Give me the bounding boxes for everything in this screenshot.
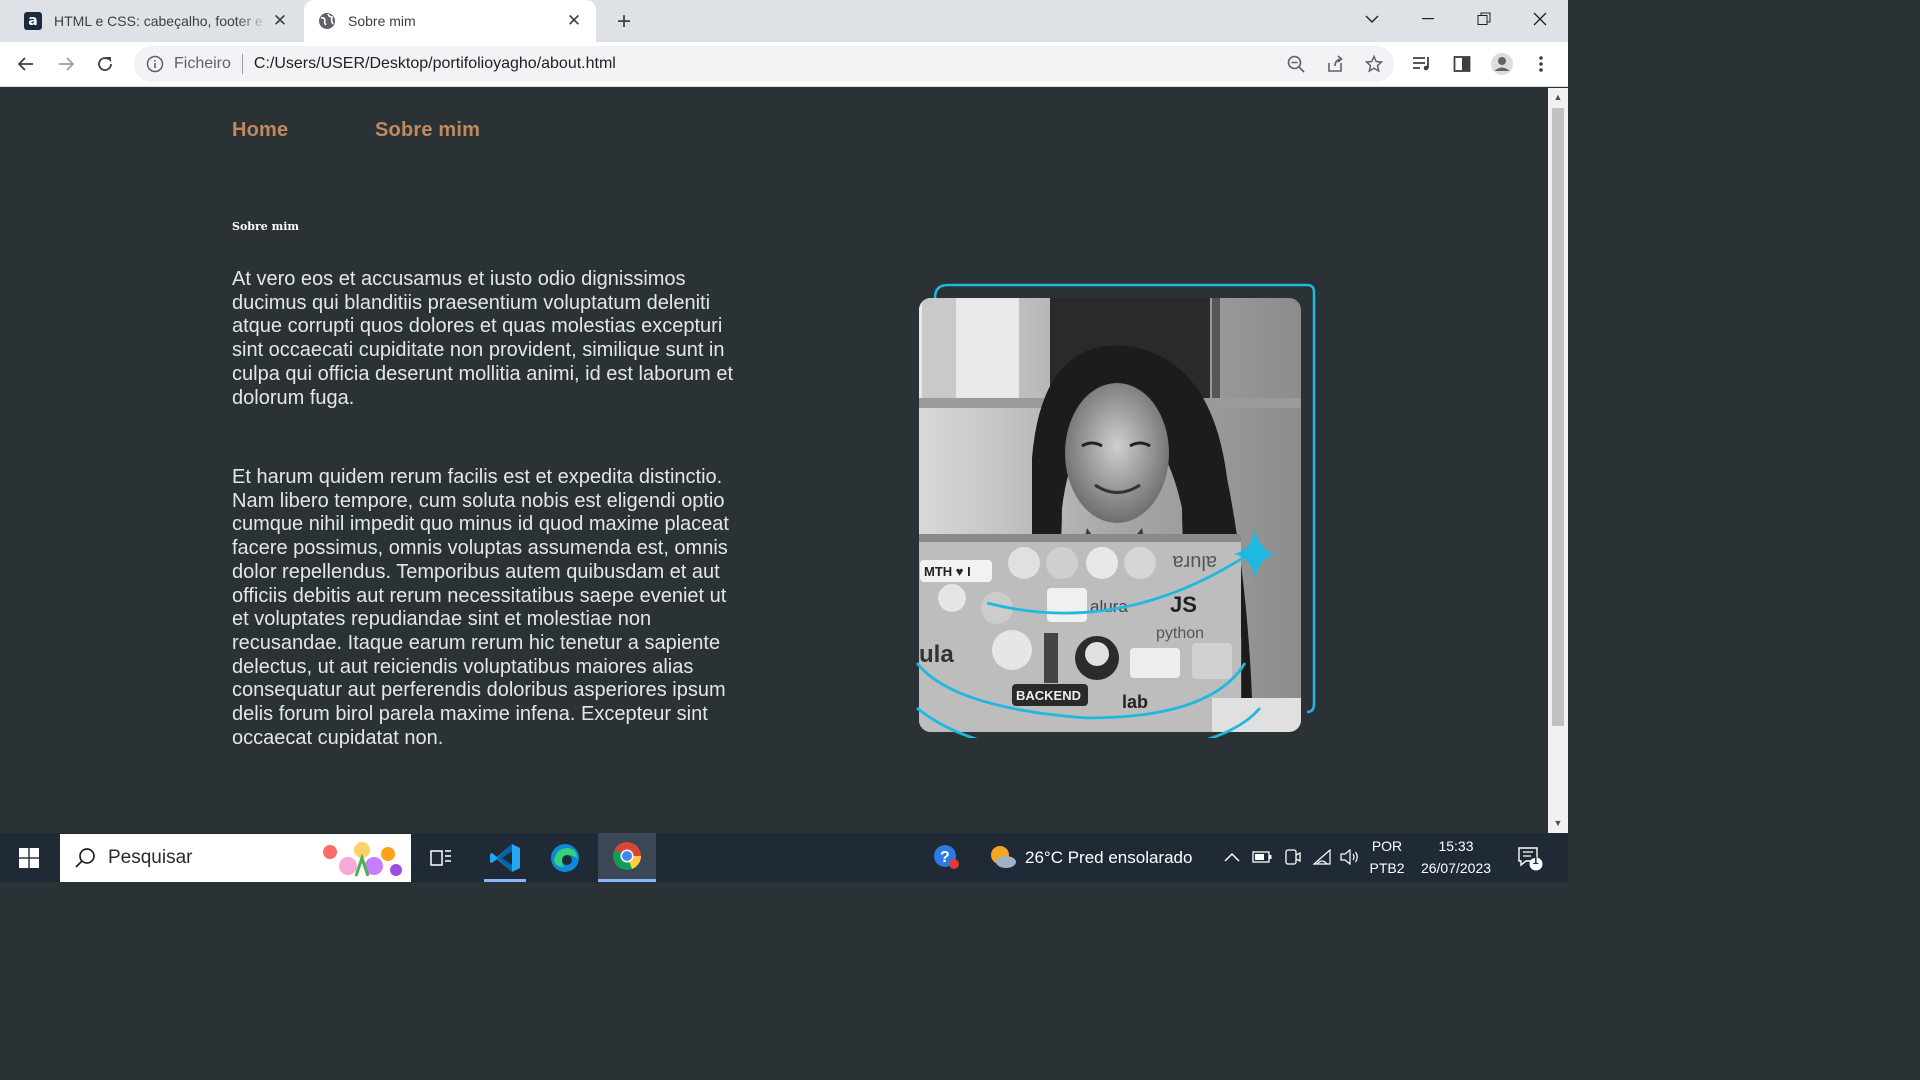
forward-button[interactable] [50, 48, 82, 80]
taskbar-search[interactable]: Pesquisar [60, 834, 411, 882]
reload-icon [98, 57, 112, 71]
notifications-button[interactable]: 1 [1516, 845, 1544, 871]
share-icon [1328, 55, 1343, 72]
star-icon [1365, 55, 1383, 73]
active-indicator [484, 879, 526, 882]
windows-taskbar: Pesquisar ? 26°C Pred ensolarado POR PTB… [0, 833, 1568, 882]
restore-button[interactable] [1456, 0, 1512, 38]
flowers-icon [323, 842, 402, 877]
minimize-icon [1422, 18, 1434, 20]
scrollbar-thumb[interactable] [1552, 108, 1564, 726]
more-vertical-icon [1539, 56, 1543, 72]
about-paragraph: Et harum quidem rerum facilis est et exp… [232, 466, 729, 749]
page-viewport: Home Sobre mim Sobre mim At vero eos et … [0, 88, 1548, 833]
clock-date[interactable]: 26/07/2023 [1414, 860, 1498, 876]
share-button[interactable] [1319, 48, 1351, 80]
browser-tab-strip: a HTML e CSS: cabeçalho, footer e ✕ Sobr… [0, 0, 1568, 42]
sticker-text: ula [919, 641, 954, 668]
bookmark-button[interactable] [1358, 48, 1390, 80]
scroll-up-arrow-icon[interactable]: ▲ [1553, 92, 1563, 102]
section-title: Sobre mim [232, 220, 300, 233]
divider [241, 54, 243, 74]
nav-link-sobre-mim[interactable]: Sobre mim [375, 119, 480, 142]
browser-toolbar: Ficheiro C:/Users/USER/Desktop/portifoli… [0, 42, 1568, 87]
start-button[interactable] [10, 841, 48, 875]
search-placeholder: Pesquisar [108, 847, 193, 868]
meet-now-icon[interactable] [1282, 847, 1302, 867]
chrome-icon [613, 842, 641, 870]
tab-title: HTML e CSS: cabeçalho, footer e [54, 13, 263, 29]
keyboard-layout[interactable]: PTB2 [1368, 860, 1406, 876]
tab-search-button[interactable] [1344, 0, 1400, 38]
scheme-label: Ficheiro [174, 55, 231, 72]
taskbar-edge[interactable] [536, 833, 594, 882]
restore-icon [1477, 12, 1491, 25]
close-icon [1533, 12, 1547, 26]
arrow-right-icon [59, 57, 75, 71]
sticker-text: BACKEND [1016, 688, 1081, 703]
edge-icon [551, 843, 579, 872]
close-icon[interactable]: ✕ [268, 9, 292, 33]
sticker-text: python [1156, 625, 1204, 642]
battery-icon[interactable] [1252, 847, 1272, 867]
sticker-text: alura [1172, 551, 1217, 573]
sticker-text: JS [1170, 592, 1197, 617]
taskbar-vscode[interactable] [476, 833, 534, 882]
zoom-button[interactable] [1280, 48, 1312, 80]
language-indicator[interactable]: POR [1370, 838, 1404, 854]
reload-button[interactable] [89, 48, 121, 80]
task-view-icon [430, 849, 451, 866]
svg-text:?: ? [940, 849, 950, 866]
chevron-up-icon[interactable] [1222, 847, 1242, 867]
help-icon[interactable]: ? [932, 843, 960, 871]
info-icon[interactable] [146, 55, 164, 73]
notification-count: 1 [1532, 855, 1539, 867]
alura-a-icon: a [24, 12, 42, 30]
profile-button[interactable] [1486, 48, 1518, 80]
volume-icon[interactable] [1340, 847, 1360, 867]
vscode-icon [490, 843, 520, 872]
windows-logo-icon [19, 848, 39, 868]
new-tab-button[interactable]: + [610, 8, 638, 36]
clock-time[interactable]: 15:33 [1416, 838, 1496, 854]
zoom-out-icon [1287, 55, 1305, 73]
weather-icon[interactable] [988, 843, 1018, 871]
reading-list-button[interactable] [1406, 48, 1438, 80]
close-window-button[interactable] [1512, 0, 1568, 38]
menu-button[interactable] [1525, 48, 1557, 80]
taskbar-chrome[interactable] [598, 833, 656, 882]
search-icon [75, 848, 95, 868]
chevron-down-icon [1365, 15, 1379, 23]
task-view-button[interactable] [412, 833, 470, 882]
sticker-text: lab [1122, 692, 1148, 712]
address-bar[interactable]: Ficheiro C:/Users/USER/Desktop/portifoli… [134, 46, 1394, 82]
nav-link-home[interactable]: Home [232, 119, 288, 142]
tab-alura-course[interactable]: a HTML e CSS: cabeçalho, footer e ✕ [12, 0, 302, 42]
weather-text[interactable]: 26°C Pred ensolarado [1025, 848, 1192, 868]
sticker-text: MTH ♥ I [924, 564, 971, 579]
avatar-icon [1491, 53, 1513, 75]
back-button[interactable] [10, 48, 42, 80]
tab-title: Sobre mim [348, 13, 416, 29]
arrow-left-icon [17, 57, 33, 71]
side-panel-icon [1453, 56, 1471, 72]
side-panel-button[interactable] [1446, 48, 1478, 80]
wifi-icon[interactable] [1312, 847, 1332, 867]
scroll-down-arrow-icon[interactable]: ▼ [1553, 818, 1563, 828]
close-icon[interactable]: ✕ [562, 9, 586, 33]
page-scrollbar[interactable]: ▲ ▼ [1548, 88, 1568, 833]
tab-sobre-mim[interactable]: Sobre mim ✕ [304, 0, 596, 42]
profile-photo: MTH ♥ I alura alura JS python ula BACKEN… [912, 278, 1322, 757]
globe-icon [318, 12, 336, 30]
url-text[interactable]: C:/Users/USER/Desktop/portifolioyagho/ab… [254, 55, 616, 73]
minimize-button[interactable] [1400, 0, 1456, 38]
reading-list-icon [1413, 57, 1429, 71]
about-paragraph: At vero eos et accusamus et iusto odio d… [232, 268, 733, 409]
